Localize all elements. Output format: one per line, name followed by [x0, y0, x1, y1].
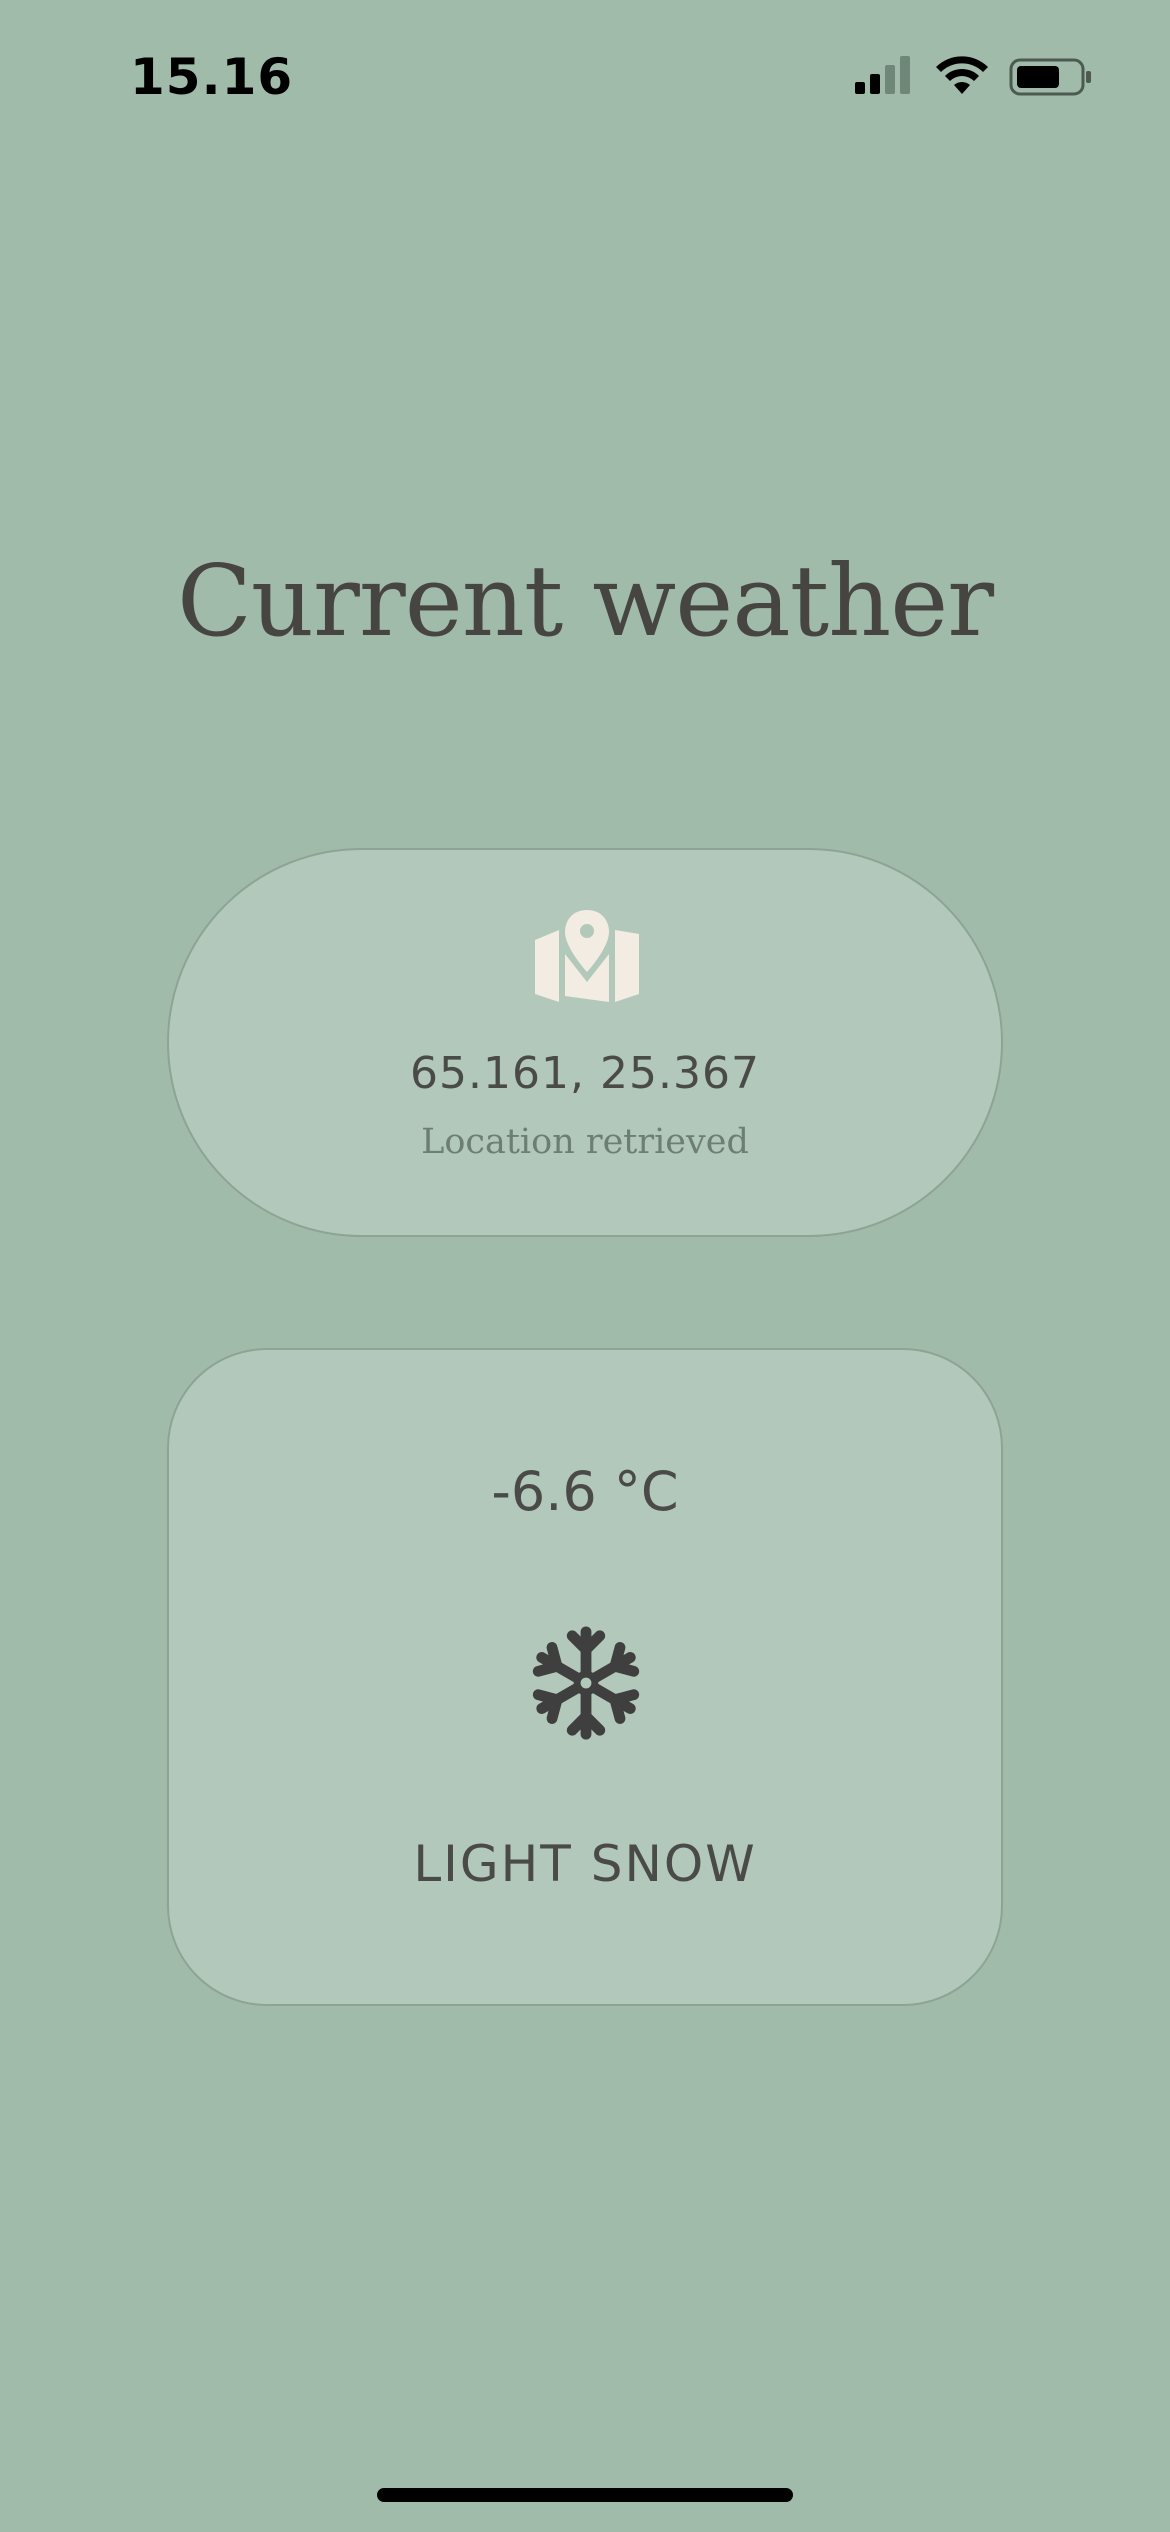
weather-condition: LIGHT SNOW — [413, 1835, 757, 1893]
page-title: Current weather — [176, 545, 994, 659]
status-bar: 15.16 — [0, 0, 1170, 150]
wifi-icon — [936, 56, 988, 94]
signal-icon — [855, 56, 910, 94]
temperature-text: -6.6 °C — [491, 1460, 679, 1523]
battery-icon — [1009, 58, 1091, 96]
home-indicator[interactable] — [377, 2488, 793, 2502]
coordinates-text: 65.161, 25.367 — [410, 1048, 760, 1099]
map-pin-icon — [535, 910, 639, 1002]
location-card: 65.161, 25.367 Location retrieved — [167, 848, 1003, 1237]
snowflake-icon — [532, 1626, 640, 1740]
weather-card: -6.6 °C LIGHT SNOW — [167, 1348, 1003, 2006]
status-time: 15.16 — [130, 48, 294, 106]
location-status: Location retrieved — [421, 1122, 749, 1162]
